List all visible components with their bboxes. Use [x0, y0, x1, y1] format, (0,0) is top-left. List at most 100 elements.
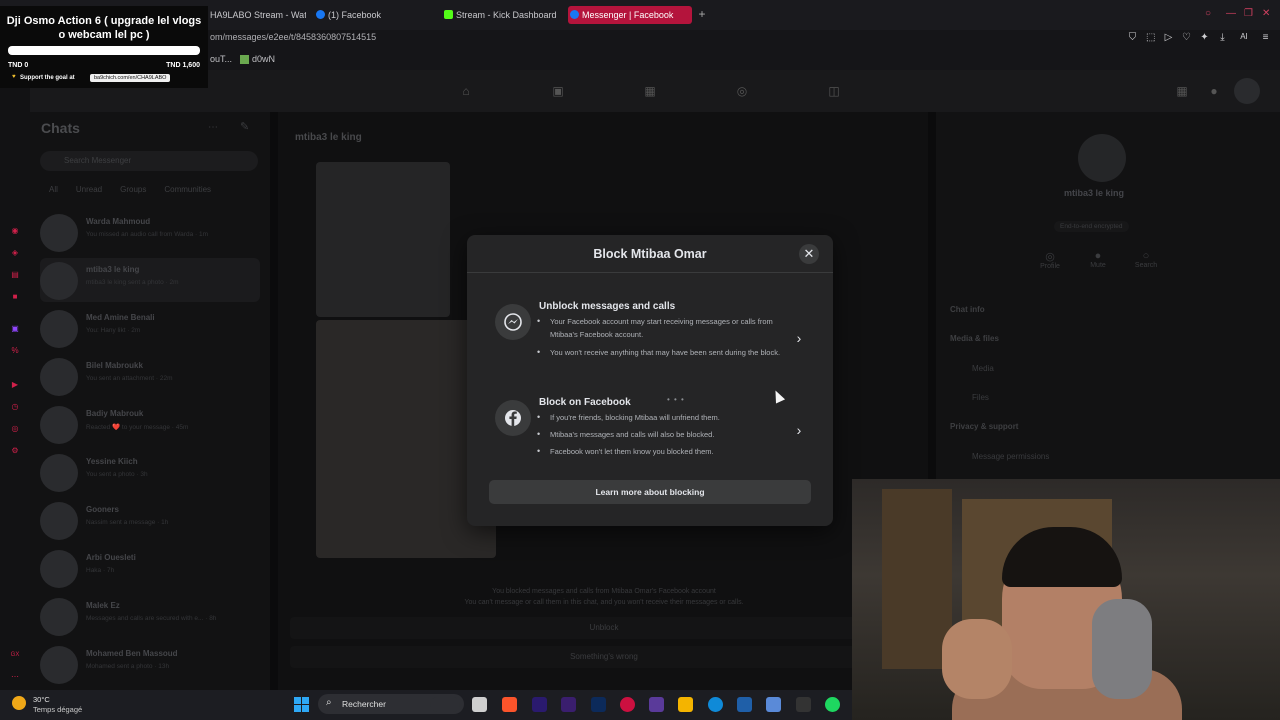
search-icon[interactable]: ○ [1205, 8, 1211, 19]
after-effects-icon[interactable] [561, 697, 576, 712]
sidebar-app-icon[interactable]: ◎ [10, 424, 20, 434]
chat-name: Med Amine Benali [86, 313, 155, 322]
twitch-icon[interactable]: ▣ [10, 324, 20, 334]
apps-grid-icon[interactable]: ▦ [1174, 84, 1190, 98]
item-files[interactable]: Files [972, 393, 989, 402]
chat-list-item[interactable]: Badiy Mabrouk Reacted ❤️ to your message … [40, 402, 260, 446]
minimize-icon[interactable]: — [1226, 8, 1236, 19]
mute-action[interactable]: ● Mute [1078, 250, 1118, 269]
tab-stream-watch[interactable]: HA9LABO Stream - Watc [196, 6, 306, 24]
windows-start-icon[interactable] [294, 697, 309, 712]
sidebar-app-icon[interactable]: ■ [10, 292, 20, 302]
avatar [40, 310, 78, 348]
item-message-permissions[interactable]: Message permissions [972, 452, 1049, 461]
option-bullet: If you're friends, blocking Mtibaa will … [537, 411, 799, 424]
chat-list-item[interactable]: Yessine Kiich You sent a photo · 3h [40, 450, 260, 494]
conversation-title[interactable]: mtiba3 le king [295, 132, 362, 143]
option-bullet: Mtibaa's messages and calls will also be… [537, 428, 799, 441]
chat-list-item[interactable]: Gooners Nassim sent a message · 1h [40, 498, 260, 542]
profile-action[interactable]: ◎ Profile [1030, 250, 1070, 270]
gx-icon[interactable]: GX [10, 650, 20, 660]
search-input[interactable]: Search Messenger [40, 151, 258, 171]
crop-icon[interactable]: ⬚ [1146, 32, 1155, 43]
chat-list-item[interactable]: Bilel Mabroukk You sent an attachment · 2… [40, 354, 260, 398]
tab-messenger[interactable]: Messenger | Facebook [568, 6, 692, 24]
unblock-button[interactable]: Unblock [290, 617, 918, 639]
tab-facebook[interactable]: (1) Facebook [314, 6, 424, 24]
home-icon[interactable]: ⌂ [458, 84, 474, 98]
chat-preview: You sent a photo · 3h [86, 471, 148, 478]
file-icon[interactable] [472, 697, 487, 712]
section-chat-info[interactable]: Chat info [950, 305, 985, 314]
chat-list-item[interactable]: mtiba3 le king mtiba3 le king sent a phot… [40, 258, 260, 302]
url-text[interactable]: om/messages/e2ee/t/8458360807514515 [210, 32, 376, 42]
sidebar-app-icon[interactable]: ◉ [10, 226, 20, 236]
gaming-icon[interactable]: ◫ [826, 84, 842, 98]
section-media-files[interactable]: Media & files [950, 334, 999, 343]
compose-icon[interactable]: ✎ [240, 120, 249, 133]
folder-icon[interactable] [678, 697, 693, 712]
heart-icon[interactable]: ♡ [1182, 32, 1191, 43]
app-icon[interactable] [766, 697, 781, 712]
bookmark-item[interactable]: d0wN [252, 54, 275, 64]
opera-gx-icon[interactable] [620, 697, 635, 712]
weather-temp[interactable]: 30°C [33, 695, 50, 704]
app-icon[interactable] [796, 697, 811, 712]
more-options-icon[interactable]: ⋯ [208, 122, 218, 133]
ai-icon[interactable]: AI [1236, 32, 1252, 43]
more-icon[interactable]: ⋯ [10, 672, 20, 682]
widget-icon[interactable] [430, 697, 460, 712]
chat-list-item[interactable]: Mohamed Ben Massoud Mohamed sent a photo … [40, 642, 260, 686]
settings-icon[interactable]: ⚙ [10, 446, 20, 456]
avatar [40, 262, 78, 300]
search-action[interactable]: ○ Search [1126, 250, 1166, 269]
groups-icon[interactable]: ◎ [734, 84, 750, 98]
section-privacy-support[interactable]: Privacy & support [950, 422, 1018, 431]
sidebar-app-icon[interactable]: ◈ [10, 248, 20, 258]
chat-name: Gooners [86, 505, 119, 514]
maximize-icon[interactable]: ❐ [1244, 8, 1253, 19]
history-icon[interactable]: ◷ [10, 402, 20, 412]
bookmark-item[interactable]: ouT... [210, 54, 232, 64]
filter-groups[interactable]: Groups [120, 185, 146, 194]
profile-avatar[interactable] [1234, 78, 1260, 104]
notifications-icon[interactable]: ● [1206, 84, 1222, 98]
something-wrong-button[interactable]: Something's wrong [290, 646, 918, 668]
app-icon[interactable] [649, 697, 664, 712]
photo-message[interactable] [316, 162, 450, 317]
option-title: Unblock messages and calls [539, 301, 676, 312]
filter-all[interactable]: All [49, 185, 58, 194]
avatar [40, 454, 78, 492]
filter-unread[interactable]: Unread [76, 185, 102, 194]
sidebar-app-icon[interactable]: % [10, 346, 20, 356]
close-window-icon[interactable]: ✕ [1262, 8, 1270, 19]
weather-icon[interactable] [12, 696, 26, 710]
sidebar-app-icon[interactable]: ▤ [10, 270, 20, 280]
close-icon[interactable]: ✕ [799, 244, 819, 264]
tab-kick-dashboard[interactable]: Stream - Kick Dashboard [442, 6, 562, 24]
avatar [40, 502, 78, 540]
photoshop-icon[interactable] [591, 697, 606, 712]
filter-communities[interactable]: Communities [164, 185, 211, 194]
chat-list-item[interactable]: Arbi Ouesleti Haka · 7h [40, 546, 260, 590]
extensions-icon[interactable]: ✦ [1200, 32, 1209, 43]
spotify-icon[interactable] [825, 697, 840, 712]
chat-list-item[interactable]: Warda Mahmoud You missed an audio call fr… [40, 210, 260, 254]
play-icon[interactable]: ▷ [1164, 32, 1173, 43]
new-tab-button[interactable]: + [696, 8, 708, 20]
edge-icon[interactable] [708, 697, 723, 712]
menu-icon[interactable]: ≡ [1261, 32, 1270, 43]
item-media[interactable]: Media [972, 364, 994, 373]
store-icon[interactable] [737, 697, 752, 712]
bookmark-icon[interactable]: ⛉ [1128, 32, 1137, 43]
video-icon[interactable]: ▣ [550, 84, 566, 98]
chat-list-item[interactable]: Med Amine Benali You: Hany likt · 2m [40, 306, 260, 350]
marketplace-icon[interactable]: ▦ [642, 84, 658, 98]
chat-list-item[interactable]: Malek Ez Messages and calls are secured w… [40, 594, 260, 638]
premiere-icon[interactable] [532, 697, 547, 712]
weather-desc[interactable]: Temps dégagé [33, 705, 82, 714]
brave-icon[interactable] [502, 697, 517, 712]
download-icon[interactable]: ⤓ [1218, 32, 1227, 43]
sidebar-app-icon[interactable]: ▶ [10, 380, 20, 390]
learn-more-button[interactable]: Learn more about blocking [489, 480, 811, 504]
